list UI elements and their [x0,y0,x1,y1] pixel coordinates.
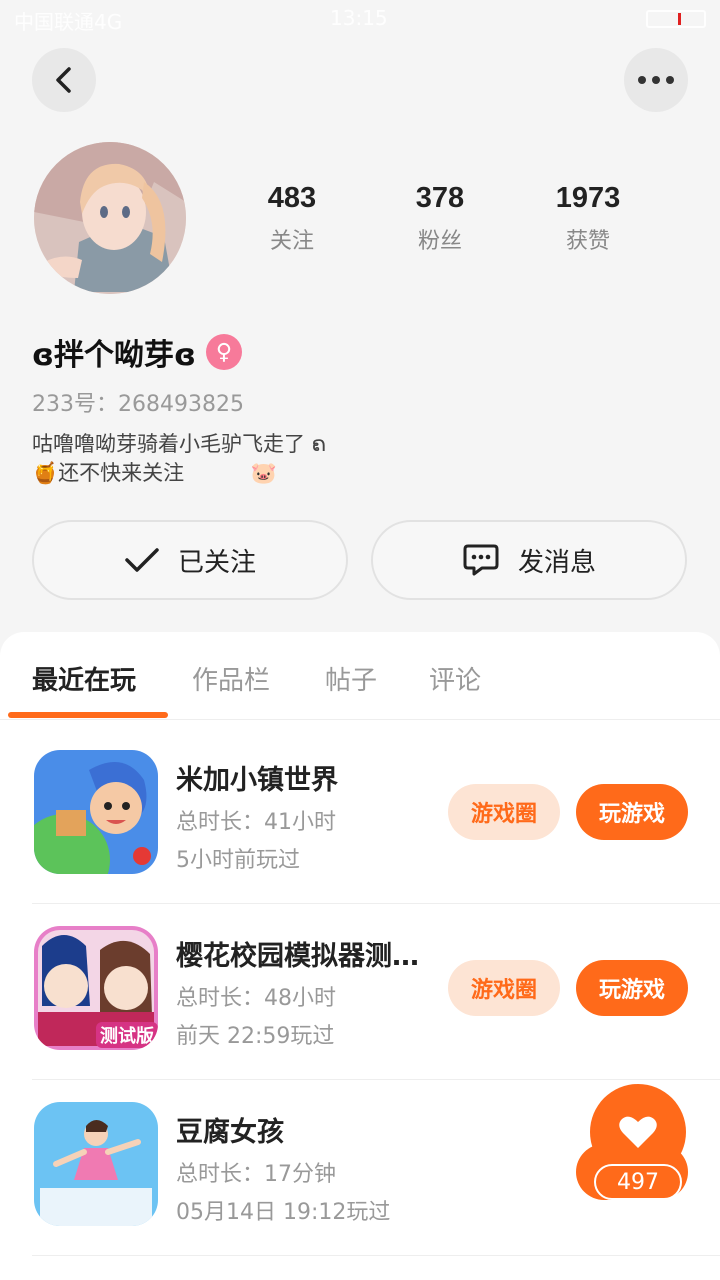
game-icon [34,1102,158,1226]
like-button[interactable]: 497 [576,1084,688,1202]
game-last-played: 05月14日 19:12玩过 [176,1200,391,1225]
stat-following[interactable]: 483 关注 [227,182,357,255]
status-bar: 中国联通4G 13:15 [0,0,720,40]
followed-button[interactable]: 已关注 [32,520,348,600]
battery-icon [646,10,706,28]
stat-label: 粉丝 [417,229,462,254]
tab-indicator [8,712,168,718]
game-circle-button[interactable]: 游戏圈 [448,784,560,840]
bio: 咕噜噜呦芽骑着小毛驴飞走了 ຄ 🍯还不快来关注 🐷 [32,432,327,485]
game-circle-button[interactable]: 游戏圈 [448,960,560,1016]
list-item[interactable]: 米加小镇世界 总时长：41小时 5小时前玩过 游戏圈 玩游戏 [32,728,720,904]
chevron-left-icon [56,67,71,93]
stat-value: 1973 [555,182,621,214]
heart-icon [619,1116,657,1148]
more-icon [638,76,674,84]
username: ɞ拌个呦芽ɞ [32,338,196,373]
play-game-button[interactable]: 玩游戏 [576,960,688,1016]
play-game-button[interactable]: 玩游戏 [576,784,688,840]
user-id: 233号：268493825 [32,392,244,417]
tab-recent[interactable]: 最近在玩 [32,660,136,697]
game-last-played: 前天 22:59玩过 [176,1024,335,1049]
followed-label: 已关注 [177,547,256,578]
message-button[interactable]: 发消息 [371,520,687,600]
avatar-image [34,142,186,294]
stat-value: 483 [267,182,317,214]
tab-comments[interactable]: 评论 [429,660,481,697]
game-duration: 总时长：48小时 [176,986,336,1011]
game-duration: 总时长：17分钟 [176,1162,336,1187]
more-button[interactable] [624,48,688,112]
stat-fans[interactable]: 378 粉丝 [375,182,505,255]
female-icon: ♀ [205,334,242,370]
game-duration: 总时长：41小时 [176,810,336,835]
game-title: 豆腐女孩 [176,1117,284,1148]
game-icon [34,750,158,874]
game-last-played: 5小时前玩过 [176,848,300,873]
tab-posts[interactable]: 帖子 [325,660,377,697]
game-title: 米加小镇世界 [176,765,338,796]
list-item[interactable]: 测试版 樱花校园模拟器测试版 总时长：48小时 前天 22:59玩过 游戏圈 玩… [32,904,720,1080]
game-icon: 测试版 [34,926,158,1050]
stat-label: 关注 [269,229,314,254]
tab-works[interactable]: 作品栏 [192,660,270,697]
like-count: 497 [594,1164,682,1200]
game-title: 樱花校园模拟器测试版 [176,941,426,972]
carrier-label: 中国联通4G [14,10,123,34]
message-label: 发消息 [517,547,596,578]
stat-likes[interactable]: 1973 获赞 [523,182,653,255]
back-button[interactable] [32,48,96,112]
check-icon [125,548,159,572]
stat-value: 378 [415,182,465,214]
tab-bar: 最近在玩 作品栏 帖子 评论 [0,632,720,720]
chat-bubble-icon [463,544,499,576]
clock: 13:15 [330,6,388,30]
beta-badge: 测试版 [96,1022,158,1048]
username-row: ɞ拌个呦芽ɞ ♀ [32,330,242,374]
avatar[interactable] [34,142,186,294]
stat-label: 获赞 [565,229,610,254]
